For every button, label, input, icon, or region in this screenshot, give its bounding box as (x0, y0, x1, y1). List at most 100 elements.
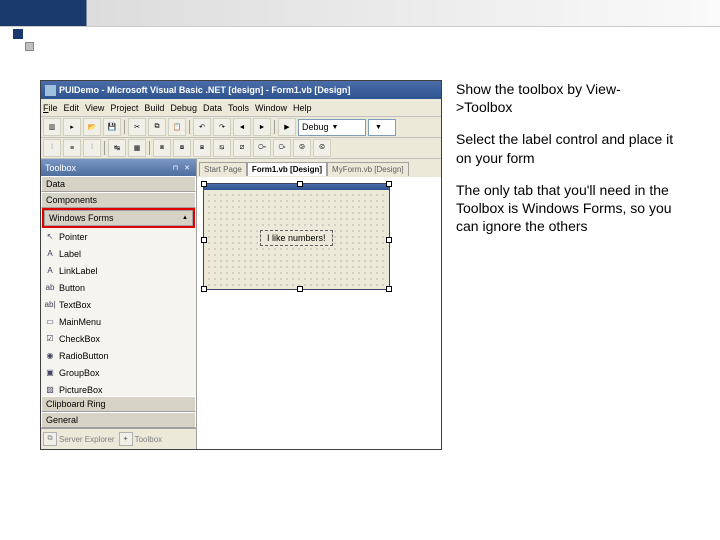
toolbox-item[interactable]: ☑CheckBox (41, 330, 196, 347)
window-title: PUIDemo - Microsoft Visual Basic .NET [d… (59, 85, 350, 95)
menu-window[interactable]: Window (255, 103, 287, 113)
toolbox-item[interactable]: ALabel (41, 245, 196, 262)
control-icon: ab| (44, 299, 56, 311)
layout-btn[interactable]: ⧆ (193, 139, 211, 157)
form-preview[interactable]: I like numbers! (203, 183, 390, 290)
layout-btn[interactable]: ⧁ (293, 139, 311, 157)
toolbox-item[interactable]: abButton (41, 279, 196, 296)
resize-handle[interactable] (201, 286, 207, 292)
menu-tools[interactable]: Tools (228, 103, 249, 113)
layout-btn[interactable]: ⧂ (273, 139, 291, 157)
menu-help[interactable]: Help (293, 103, 312, 113)
tab-form1-design[interactable]: Form1.vb [Design] (247, 162, 327, 176)
menu-file[interactable]: File (43, 103, 58, 113)
resize-handle[interactable] (386, 181, 392, 187)
tab-order-button[interactable]: ↹ (108, 139, 126, 157)
resize-handle[interactable] (386, 237, 392, 243)
copy-button[interactable]: ⧉ (148, 118, 166, 136)
menu-build[interactable]: Build (144, 103, 164, 113)
decor-square (12, 28, 24, 40)
control-label: GroupBox (59, 368, 100, 378)
control-icon: ▣ (44, 367, 56, 379)
config-combo[interactable]: Debug ▼ (298, 119, 366, 136)
toolbox-tab[interactable]: ✦ Toolbox (119, 432, 163, 446)
menu-edit[interactable]: Edit (64, 103, 80, 113)
new-project-button[interactable]: ▥ (43, 118, 61, 136)
designer-pane: Start Page Form1.vb [Design] MyForm.vb [… (197, 159, 441, 449)
align-right-button[interactable]: ⫶ (83, 139, 101, 157)
resize-handle[interactable] (201, 237, 207, 243)
design-surface[interactable]: I like numbers! (197, 177, 441, 449)
toolbox-item[interactable]: ▣GroupBox (41, 364, 196, 381)
toolbox-tab-components[interactable]: Components (41, 192, 196, 208)
layout-btn[interactable]: ⧈ (153, 139, 171, 157)
undo-button[interactable]: ↶ (193, 118, 211, 136)
menu-view[interactable]: View (85, 103, 104, 113)
slide-banner (0, 0, 720, 27)
ide-window: PUIDemo - Microsoft Visual Basic .NET [d… (40, 80, 442, 450)
layout-toolbar: ⫶ ≡ ⫶ ↹ ▦ ⧈ ⧇ ⧆ ⧅ ⧄ ⧃ ⧂ ⧁ ⧀ (41, 138, 441, 159)
toolbox-item[interactable]: ◉RadioButton (41, 347, 196, 364)
toolbox-tab-general[interactable]: General (41, 412, 196, 428)
toolbox-tab-clipboard[interactable]: Clipboard Ring (41, 396, 196, 412)
config-label: Debug (302, 122, 329, 132)
layout-btn[interactable]: ⧄ (233, 139, 251, 157)
toolbox-tab-windows-forms[interactable]: Windows Forms ▲ (44, 210, 193, 226)
toolbox-item[interactable]: ab|TextBox (41, 296, 196, 313)
titlebar[interactable]: PUIDemo - Microsoft Visual Basic .NET [d… (41, 81, 441, 99)
layout-btn[interactable]: ⧃ (253, 139, 271, 157)
resize-handle[interactable] (297, 181, 303, 187)
highlight-windows-forms: Windows Forms ▲ (42, 208, 195, 228)
tab-myform-design[interactable]: MyForm.vb [Design] (327, 162, 409, 176)
separator (189, 120, 190, 134)
redo-button[interactable]: ↷ (213, 118, 231, 136)
ide-body: Toolbox ⊓ ✕ Data Components Windows Form… (41, 159, 441, 449)
layout-btn[interactable]: ⧇ (173, 139, 191, 157)
label-control[interactable]: I like numbers! (260, 230, 333, 246)
separator (104, 141, 105, 155)
grid-button[interactable]: ▦ (128, 139, 146, 157)
control-icon: ab (44, 282, 56, 294)
platform-combo[interactable]: ▼ (368, 119, 396, 136)
nav-fwd-button[interactable]: ► (253, 118, 271, 136)
layout-btn[interactable]: ⧅ (213, 139, 231, 157)
control-icon: ↖ (44, 231, 56, 243)
resize-handle[interactable] (201, 181, 207, 187)
paste-button[interactable]: 📋 (168, 118, 186, 136)
toolbox-item[interactable]: ↖Pointer (41, 228, 196, 245)
control-icon: ◉ (44, 350, 56, 362)
tab-label: Windows Forms (49, 213, 114, 223)
toolbox-item[interactable]: ▭MainMenu (41, 313, 196, 330)
start-button[interactable]: ▶ (278, 118, 296, 136)
server-explorer-tab[interactable]: ⧉ Server Explorer (43, 432, 115, 446)
separator (149, 141, 150, 155)
cut-button[interactable]: ✂ (128, 118, 146, 136)
align-left-button[interactable]: ⫶ (43, 139, 61, 157)
toolbox-tab-data[interactable]: Data (41, 176, 196, 192)
control-label: Pointer (59, 232, 88, 242)
control-label: RadioButton (59, 351, 109, 361)
toolbox-pin-close[interactable]: ⊓ ✕ (173, 164, 192, 172)
toolbox-item[interactable]: ALinkLabel (41, 262, 196, 279)
open-button[interactable]: 📂 (83, 118, 101, 136)
menu-project[interactable]: Project (110, 103, 138, 113)
add-item-button[interactable]: ▸ (63, 118, 81, 136)
resize-handle[interactable] (386, 286, 392, 292)
control-label: PictureBox (59, 385, 103, 395)
chevron-down-icon: ▼ (332, 124, 339, 131)
save-button[interactable]: 💾 (103, 118, 121, 136)
app-icon (45, 85, 56, 96)
layout-btn[interactable]: ⧀ (313, 139, 331, 157)
nav-back-button[interactable]: ◄ (233, 118, 251, 136)
control-icon: ▭ (44, 316, 56, 328)
control-icon: ▨ (44, 384, 56, 396)
menu-data[interactable]: Data (203, 103, 222, 113)
toolbox-titlebar[interactable]: Toolbox ⊓ ✕ (41, 159, 196, 176)
resize-handle[interactable] (297, 286, 303, 292)
scroll-up-icon[interactable]: ▲ (182, 215, 188, 221)
menu-debug[interactable]: Debug (170, 103, 197, 113)
menu-bar[interactable]: File Edit View Project Build Debug Data … (41, 99, 441, 117)
tab-start-page[interactable]: Start Page (199, 162, 247, 176)
align-center-button[interactable]: ≡ (63, 139, 81, 157)
toolbox-item[interactable]: ▨PictureBox (41, 381, 196, 396)
